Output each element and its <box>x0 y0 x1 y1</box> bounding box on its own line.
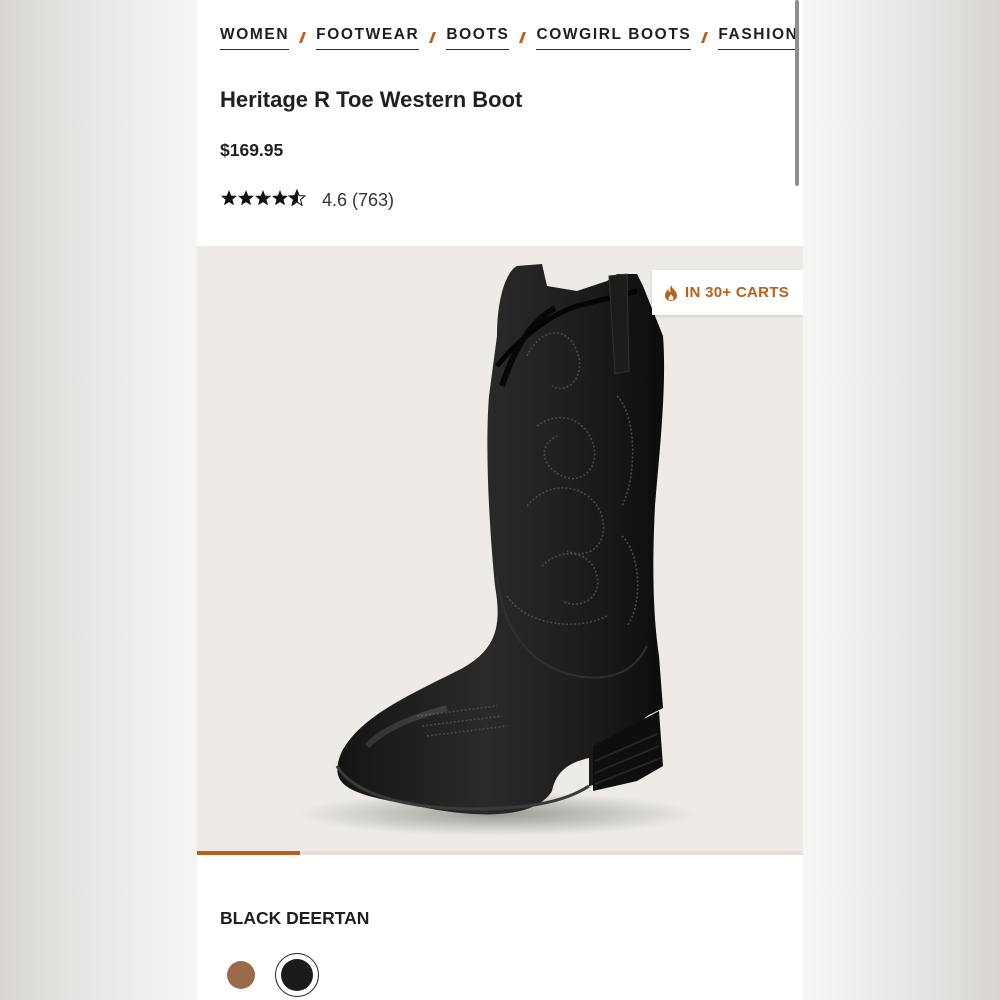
product-price: $169.95 <box>220 140 284 160</box>
flame-icon <box>665 284 677 301</box>
product-page: WOMEN FOOTWEAR BOOTS COWGIRL BOOTS FASHI… <box>197 0 803 1000</box>
breadcrumb-fashion[interactable]: FASHION <box>718 26 799 50</box>
gallery-progress <box>197 851 803 855</box>
in-carts-badge: IN 30+ CARTS <box>652 270 803 315</box>
product-image-gallery[interactable]: IN 30+ CARTS <box>197 246 803 854</box>
breadcrumb-separator <box>701 32 709 43</box>
breadcrumb-footwear[interactable]: FOOTWEAR <box>316 26 420 50</box>
swatch-black <box>281 959 313 991</box>
color-swatches <box>227 953 319 997</box>
rating-stars <box>220 189 306 212</box>
rating-value: 4.6 (763) <box>322 190 395 210</box>
scrollbar[interactable] <box>795 0 799 186</box>
breadcrumb: WOMEN FOOTWEAR BOOTS COWGIRL BOOTS FASHI… <box>220 26 803 52</box>
in-carts-text: IN 30+ CARTS <box>685 284 790 301</box>
breadcrumb-separator <box>299 32 307 43</box>
breadcrumb-women[interactable]: WOMEN <box>220 26 290 50</box>
selected-color-label: BLACK DEERTAN <box>220 908 370 928</box>
breadcrumb-cowgirl-boots[interactable]: COWGIRL BOOTS <box>536 26 692 50</box>
star-rating-icon <box>221 189 306 206</box>
product-title: Heritage R Toe Western Boot <box>220 87 523 112</box>
boot-product-image <box>297 264 697 836</box>
gallery-progress-fill <box>197 851 301 855</box>
breadcrumb-boots[interactable]: BOOTS <box>446 26 510 50</box>
swatch-brown[interactable] <box>227 961 255 989</box>
swatch-black-selected[interactable] <box>275 953 319 997</box>
breadcrumb-separator <box>429 32 437 43</box>
product-rating[interactable]: 4.6 (763) <box>220 189 394 212</box>
breadcrumb-separator <box>519 32 527 43</box>
